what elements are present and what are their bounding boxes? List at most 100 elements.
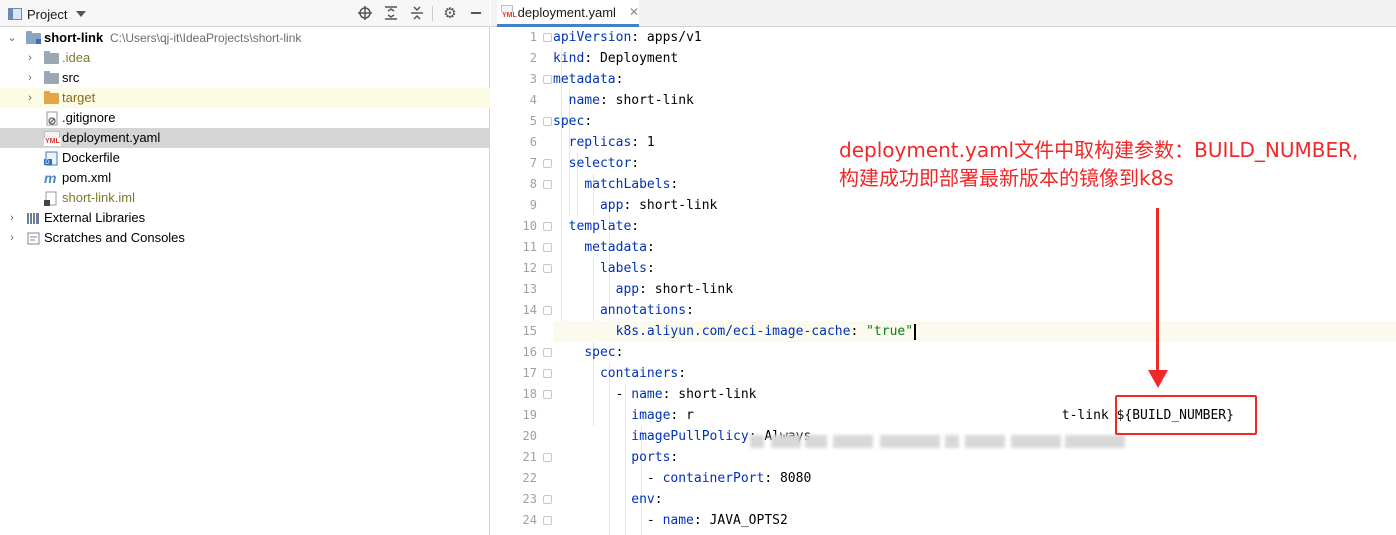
line-number: 10: [522, 219, 537, 233]
fold-marker-icon[interactable]: [543, 180, 552, 189]
tree-item-short-link[interactable]: ⌄ short-link C:\Users\qj-it\IdeaProjects…: [0, 28, 490, 48]
annotation-arrow-shaft: [1156, 208, 1159, 375]
yaml-key: name: [662, 513, 694, 528]
code-editor[interactable]: apiVersion: apps/v1 kind: Deployment metad…: [553, 27, 1396, 535]
code-line-21[interactable]: ports:: [553, 447, 1396, 468]
fold-marker-icon[interactable]: [543, 516, 552, 525]
code-line-17[interactable]: containers:: [553, 363, 1396, 384]
code-line-19[interactable]: image: r t-link ${BUILD_NUMBER}: [553, 405, 1396, 426]
tree-item-label: src: [62, 70, 80, 85]
locate-file-button[interactable]: [356, 4, 374, 22]
fold-marker-icon[interactable]: [543, 33, 552, 42]
code-line-4[interactable]: name: short-link: [553, 90, 1396, 111]
yaml-file-icon: [44, 131, 61, 146]
fold-marker-icon[interactable]: [543, 75, 552, 84]
tab-deployment-yaml[interactable]: deployment.yaml ✕: [497, 0, 639, 27]
code-line-5[interactable]: spec:: [553, 111, 1396, 132]
folder-icon: [44, 71, 59, 85]
chevron-right-icon[interactable]: ›: [24, 68, 36, 88]
fold-marker-icon[interactable]: [543, 453, 552, 462]
tree-item-deployment-yaml[interactable]: deployment.yaml: [0, 128, 490, 148]
yaml-key: apiVersion: [553, 30, 632, 45]
yaml-value: : JAVA_OPTS2: [693, 513, 788, 528]
fold-marker-icon[interactable]: [543, 159, 552, 168]
tree-item-pom-xml[interactable]: m pom.xml: [0, 168, 490, 188]
chevron-down-icon[interactable]: ⌄: [6, 28, 18, 48]
tree-item-target[interactable]: › target: [0, 88, 490, 108]
tree-item-dockerfile[interactable]: D Dockerfile: [0, 148, 490, 168]
library-icon: [26, 211, 41, 225]
line-number: 12: [522, 261, 537, 275]
project-view-selector[interactable]: Project: [8, 5, 87, 23]
tree-item-path: C:\Users\qj-it\IdeaProjects\short-link: [110, 31, 302, 45]
chevron-down-icon: [76, 11, 87, 17]
tree-item-src[interactable]: › src: [0, 68, 490, 88]
code-line-3[interactable]: metadata:: [553, 69, 1396, 90]
gear-icon: ⚙: [443, 5, 457, 22]
code-line-12[interactable]: labels:: [553, 258, 1396, 279]
tree-item-label: pom.xml: [62, 170, 112, 185]
list-dash: -: [646, 513, 663, 528]
line-number: 4: [529, 93, 537, 107]
code-line-15[interactable]: k8s.aliyun.com/eci-image-cache: "true": [553, 321, 1396, 342]
yaml-key: name: [631, 387, 663, 402]
fold-marker-icon[interactable]: [543, 369, 552, 378]
tree-item-gitignore[interactable]: .gitignore: [0, 108, 490, 128]
tree-item-idea[interactable]: › .idea: [0, 48, 490, 68]
line-number: 20: [522, 429, 537, 443]
code-line-10[interactable]: template:: [553, 216, 1396, 237]
fold-marker-icon[interactable]: [543, 243, 552, 252]
tree-item-label: target: [62, 90, 96, 105]
code-line-13[interactable]: app: short-link: [553, 279, 1396, 300]
tree-item-short-link-iml[interactable]: short-link.iml: [0, 188, 490, 208]
fold-marker-icon[interactable]: [543, 306, 552, 315]
yaml-value: :: [615, 345, 624, 360]
code-line-16[interactable]: spec:: [553, 342, 1396, 363]
redacted-block: [750, 435, 764, 448]
chevron-right-icon[interactable]: ›: [24, 48, 36, 68]
excluded-folder-icon: [44, 91, 59, 105]
settings-button[interactable]: ⚙: [441, 4, 459, 22]
tree-item-scratches[interactable]: › Scratches and Consoles: [0, 228, 490, 248]
redacted-block: [771, 435, 801, 448]
code-line-1[interactable]: apiVersion: apps/v1: [553, 27, 1396, 48]
editor-area: deployment.yaml ✕ 1234567891011121314151…: [491, 0, 1396, 535]
yaml-key: spec: [553, 114, 585, 129]
code-line-9[interactable]: app: short-link: [553, 195, 1396, 216]
chevron-right-icon[interactable]: ›: [24, 88, 36, 108]
code-line-2[interactable]: kind: Deployment: [553, 48, 1396, 69]
code-line-14[interactable]: annotations:: [553, 300, 1396, 321]
chevron-right-icon[interactable]: ›: [6, 208, 18, 228]
close-icon[interactable]: ✕: [629, 5, 639, 19]
code-line-22[interactable]: - containerPort: 8080: [553, 468, 1396, 489]
hide-panel-button[interactable]: [467, 4, 485, 22]
fold-marker-icon[interactable]: [543, 348, 552, 357]
code-line-23[interactable]: env:: [553, 489, 1396, 510]
project-title: Project: [27, 6, 68, 22]
expand-all-button[interactable]: [382, 4, 400, 22]
fold-marker-icon[interactable]: [543, 264, 552, 273]
chevron-right-icon[interactable]: ›: [6, 228, 18, 248]
redacted-block: [1011, 435, 1061, 448]
yaml-value: :: [670, 450, 679, 465]
collapse-all-button[interactable]: [408, 4, 426, 22]
fold-marker-icon[interactable]: [543, 222, 552, 231]
yaml-string-value: "true": [866, 324, 914, 339]
code-line-18[interactable]: - name: short-link: [553, 384, 1396, 405]
folder-icon: [44, 51, 59, 65]
yaml-value: : 1: [631, 135, 655, 150]
project-panel-header: Project ⚙: [0, 0, 490, 27]
fold-marker-icon[interactable]: [543, 117, 552, 126]
line-number: 24: [522, 513, 537, 527]
code-line-24[interactable]: - name: JAVA_OPTS2: [553, 510, 1396, 531]
fold-marker-icon[interactable]: [543, 495, 552, 504]
line-number: 15: [522, 324, 537, 338]
tree-item-external-libraries[interactable]: › External Libraries: [0, 208, 490, 228]
code-line-11[interactable]: metadata:: [553, 237, 1396, 258]
fold-marker-icon[interactable]: [543, 390, 552, 399]
line-number: 5: [529, 114, 537, 128]
